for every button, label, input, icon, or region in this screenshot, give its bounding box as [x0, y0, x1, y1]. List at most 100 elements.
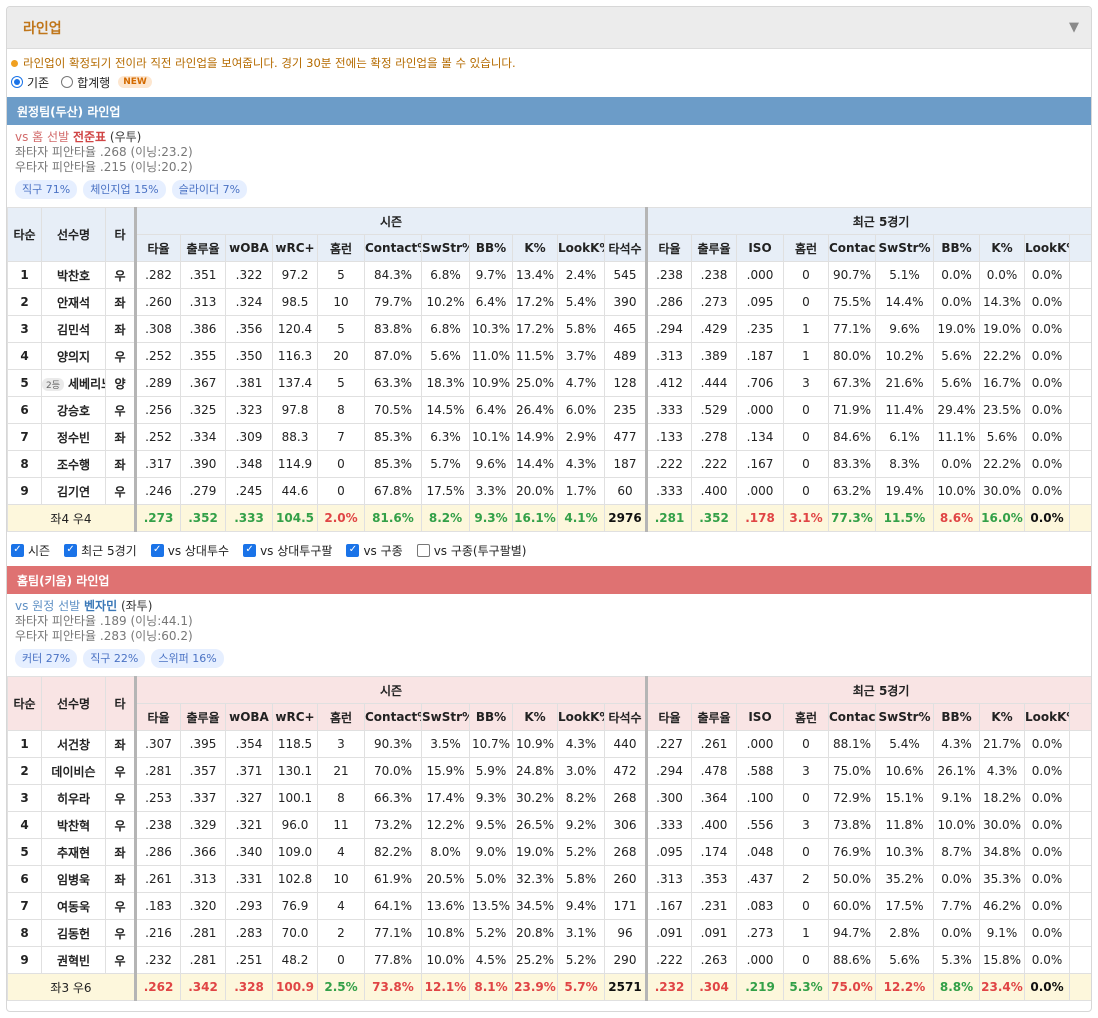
player-name-cell[interactable]: 조수행 — [41, 450, 106, 478]
player-name-cell[interactable]: 권혁빈 — [41, 946, 106, 974]
mode-standard-radio[interactable]: 기존 — [11, 74, 49, 91]
away-opposing-pitcher[interactable]: 전준표 — [73, 130, 106, 144]
player-name-cell[interactable]: 김동헌 — [41, 919, 106, 947]
player-name-cell[interactable]: 안재석 — [41, 288, 106, 316]
player-name[interactable]: 양의지 — [57, 350, 90, 364]
radio-off-icon[interactable] — [61, 76, 74, 88]
recent-col-header[interactable]: K% — [979, 234, 1025, 262]
player-name-cell[interactable]: 김기연 — [41, 477, 106, 505]
radio-on-icon[interactable] — [11, 76, 23, 88]
player-name[interactable]: 박찬호 — [57, 269, 90, 283]
player-name-cell[interactable]: 임병욱 — [41, 865, 106, 893]
season-col-header[interactable]: wOBA — [225, 703, 273, 731]
season-col-header[interactable]: 타석수 — [604, 703, 647, 731]
season-col-header[interactable]: wOBA — [225, 234, 273, 262]
filter-checkbox[interactable]: vs 상대투수 — [150, 542, 229, 559]
recent-col-header[interactable]: BB% — [933, 703, 980, 731]
season-col-header[interactable]: 출루율 — [180, 703, 226, 731]
recent-col-header[interactable]: BB% — [933, 234, 980, 262]
player-name[interactable]: 안재석 — [57, 296, 90, 310]
player-name[interactable]: 조수행 — [57, 458, 90, 472]
filter-checkbox[interactable]: 최근 5경기 — [64, 542, 137, 559]
recent-col-header[interactable]: 출루율 — [691, 703, 737, 731]
season-col-header[interactable]: K% — [512, 234, 558, 262]
filter-checkbox[interactable]: vs 상대투구팔 — [243, 542, 332, 559]
recent-stat-cell: 2 — [783, 865, 829, 893]
player-name[interactable]: 추재현 — [57, 846, 90, 860]
recent-col-header[interactable]: SwStr% — [875, 703, 934, 731]
season-col-header[interactable]: 홈런 — [317, 703, 365, 731]
player-name[interactable]: 권혁빈 — [57, 954, 90, 968]
player-name-cell[interactable]: 데이비슨 — [41, 757, 106, 785]
player-name[interactable]: 서건창 — [57, 738, 90, 752]
recent-col-header[interactable]: 홈런 — [783, 703, 829, 731]
player-name-cell[interactable]: 여동욱 — [41, 892, 106, 920]
season-col-header[interactable]: BB% — [469, 703, 513, 731]
season-col-header[interactable]: SwStr% — [421, 703, 470, 731]
season-col-header[interactable]: Contact% — [364, 703, 422, 731]
season-col-header[interactable]: 홈런 — [317, 234, 365, 262]
season-col-header[interactable]: BB% — [469, 234, 513, 262]
player-name[interactable]: 박찬혁 — [57, 819, 90, 833]
recent-stat-cell: .478 — [691, 757, 737, 785]
season-col-header[interactable]: LookK% — [557, 234, 605, 262]
recent-col-header[interactable]: K% — [979, 703, 1025, 731]
player-name-cell[interactable]: 히우라 — [41, 784, 106, 812]
checkbox-checked-icon[interactable] — [243, 543, 257, 557]
season-col-header[interactable]: wRC+ — [272, 703, 318, 731]
player-name[interactable]: 데이비슨 — [51, 765, 95, 779]
recent-col-header[interactable]: Contact% — [828, 703, 876, 731]
recent-col-header[interactable]: 출루율 — [691, 234, 737, 262]
home-opposing-pitcher[interactable]: 벤자민 — [84, 599, 117, 613]
player-name[interactable]: 김민석 — [57, 323, 90, 337]
player-name-cell[interactable]: 김민석 — [41, 315, 106, 343]
recent-col-header[interactable]: 타율 — [645, 234, 692, 262]
recent-col-header[interactable]: LookK% — [1024, 703, 1070, 731]
player-name-cell[interactable]: 양의지 — [41, 342, 106, 370]
recent-col-header[interactable]: Contact% — [828, 234, 876, 262]
checkbox-checked-icon[interactable] — [150, 543, 164, 557]
triangle-down-icon[interactable]: ▼ — [1069, 20, 1079, 35]
summary-recent-cell: 5.3% — [783, 973, 829, 1001]
checkbox-checked-icon[interactable] — [346, 543, 360, 557]
recent-col-header[interactable]: 타율 — [645, 703, 692, 731]
player-name-cell[interactable]: 강승호 — [41, 396, 106, 424]
player-name[interactable]: 강승호 — [57, 404, 90, 418]
season-col-header[interactable]: SwStr% — [421, 234, 470, 262]
player-name-cell[interactable]: 박찬호 — [41, 261, 106, 289]
player-name-cell[interactable]: 추재현 — [41, 838, 106, 866]
season-col-header[interactable]: 타율 — [134, 703, 181, 731]
season-col-header[interactable]: K% — [512, 703, 558, 731]
checkbox-checked-icon[interactable] — [64, 543, 78, 557]
season-col-header[interactable]: 타율 — [134, 234, 181, 262]
player-name[interactable]: 여동욱 — [57, 900, 90, 914]
player-name-cell[interactable]: 2등세베리노 — [41, 369, 106, 397]
checkbox-empty-icon[interactable] — [416, 543, 430, 557]
player-name[interactable]: 세베리노 — [68, 377, 104, 391]
player-name[interactable]: 정수빈 — [57, 431, 90, 445]
player-name-cell[interactable]: 박찬혁 — [41, 811, 106, 839]
player-name-cell[interactable]: 정수빈 — [41, 423, 106, 451]
filter-checkbox[interactable]: 시즌 — [11, 542, 50, 559]
recent-col-header[interactable]: 홈런 — [783, 234, 829, 262]
player-name[interactable]: 김기연 — [57, 485, 90, 499]
recent-col-header[interactable]: LookK% — [1024, 234, 1070, 262]
season-col-header[interactable]: 타석수 — [604, 234, 647, 262]
panel-header[interactable]: 라인업 ▼ — [7, 7, 1091, 49]
filter-checkbox[interactable]: vs 구종 — [346, 542, 403, 559]
recent-col-header[interactable]: ISO — [736, 234, 784, 262]
player-name[interactable]: 임병욱 — [57, 873, 90, 887]
filter-checkbox[interactable]: vs 구종(투구팔별) — [416, 542, 526, 559]
player-name-cell[interactable]: 서건창 — [41, 730, 106, 758]
season-col-header[interactable]: Contact% — [364, 234, 422, 262]
season-col-header[interactable]: 출루율 — [180, 234, 226, 262]
recent-stat-cell: 1 — [783, 315, 829, 343]
checkbox-checked-icon[interactable] — [11, 543, 24, 557]
player-name[interactable]: 김동헌 — [57, 927, 90, 941]
player-name[interactable]: 히우라 — [57, 792, 90, 806]
season-col-header[interactable]: wRC+ — [272, 234, 318, 262]
recent-col-header[interactable]: SwStr% — [875, 234, 934, 262]
recent-col-header[interactable]: ISO — [736, 703, 784, 731]
mode-combined-radio[interactable]: 합계행 — [61, 74, 110, 91]
season-col-header[interactable]: LookK% — [557, 703, 605, 731]
